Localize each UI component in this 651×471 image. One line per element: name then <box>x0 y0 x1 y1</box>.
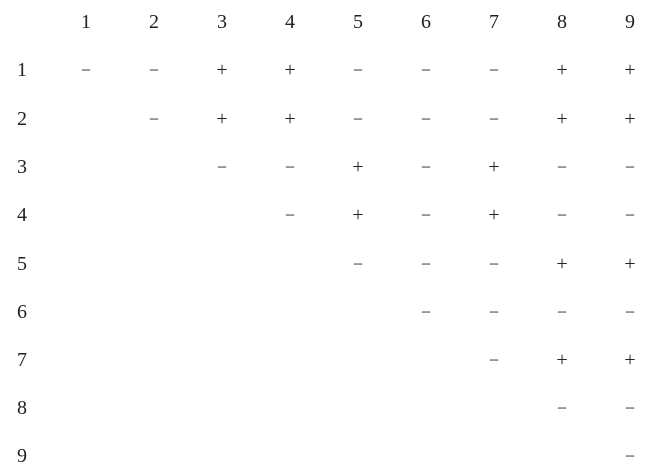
matrix-cell: + <box>284 108 296 130</box>
matrix-cell: + <box>216 59 228 81</box>
matrix-cell: − <box>148 60 160 80</box>
matrix-cell: − <box>352 109 364 129</box>
column-header: 7 <box>489 11 499 33</box>
column-header: 2 <box>149 11 159 33</box>
matrix-cell: − <box>488 302 500 322</box>
matrix-cell: + <box>488 204 500 226</box>
matrix-cell: + <box>556 349 568 371</box>
matrix-cell: − <box>80 60 92 80</box>
matrix-cell: − <box>420 205 432 225</box>
column-header: 3 <box>217 11 227 33</box>
matrix-cell: + <box>352 204 364 226</box>
matrix-cell: − <box>352 60 364 80</box>
column-header: 9 <box>625 11 635 33</box>
matrix-cell: + <box>556 253 568 275</box>
row-header: 7 <box>17 349 27 371</box>
row-header: 6 <box>17 301 27 323</box>
matrix-cell: + <box>352 156 364 178</box>
matrix-cell: − <box>148 109 160 129</box>
column-header: 8 <box>557 11 567 33</box>
column-header: 6 <box>421 11 431 33</box>
matrix-cell: − <box>420 254 432 274</box>
matrix-cell: − <box>624 302 636 322</box>
matrix-cell: − <box>556 302 568 322</box>
matrix-cell: − <box>216 157 228 177</box>
matrix-cell: − <box>420 60 432 80</box>
matrix-cell: − <box>420 157 432 177</box>
matrix-cell: − <box>556 157 568 177</box>
matrix-cell: + <box>624 59 636 81</box>
row-header: 1 <box>17 59 27 81</box>
matrix-cell: − <box>488 109 500 129</box>
matrix-cell: − <box>556 398 568 418</box>
matrix-cell: − <box>352 254 364 274</box>
matrix-cell: + <box>624 349 636 371</box>
matrix-cell: − <box>284 157 296 177</box>
matrix-cell: + <box>624 253 636 275</box>
matrix-cell: + <box>556 108 568 130</box>
matrix-cell: − <box>488 350 500 370</box>
matrix-cell: − <box>488 254 500 274</box>
column-header: 5 <box>353 11 363 33</box>
row-header: 3 <box>17 156 27 178</box>
matrix-cell: − <box>624 157 636 177</box>
matrix-cell: − <box>284 205 296 225</box>
matrix-cell: + <box>284 59 296 81</box>
sign-matrix: 1 2 3 4 5 6 7 8 9 1 − − + + − − − + +2 − + + − − − + +3 − − + − + − − 4 − + −… <box>0 0 651 466</box>
column-header: 4 <box>285 11 295 33</box>
matrix-cell: − <box>624 446 636 466</box>
matrix-cell: − <box>420 109 432 129</box>
matrix-cell: − <box>624 205 636 225</box>
matrix-cell: − <box>488 60 500 80</box>
row-header: 9 <box>17 445 27 467</box>
matrix-cell: − <box>556 205 568 225</box>
row-header: 4 <box>17 204 27 226</box>
row-header: 8 <box>17 397 27 419</box>
matrix-cell: + <box>216 108 228 130</box>
matrix-cell: + <box>488 156 500 178</box>
column-header: 1 <box>81 11 91 33</box>
row-header: 5 <box>17 253 27 275</box>
matrix-cell: + <box>624 108 636 130</box>
matrix-cell: + <box>556 59 568 81</box>
row-header: 2 <box>17 108 27 130</box>
matrix-cell: − <box>624 398 636 418</box>
matrix-cell: − <box>420 302 432 322</box>
